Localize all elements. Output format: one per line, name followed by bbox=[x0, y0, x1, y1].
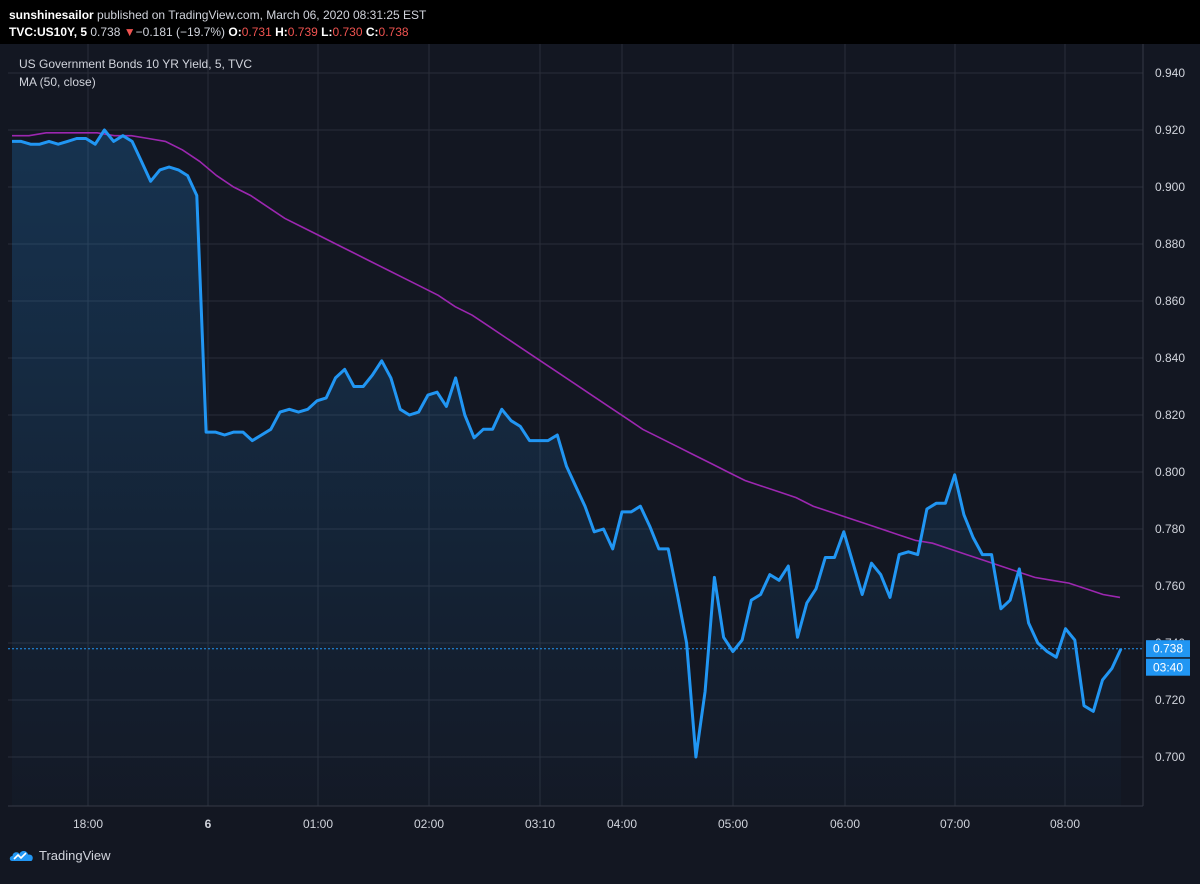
x-tick-label: 08:00 bbox=[1050, 817, 1080, 831]
x-tick-label: 06:00 bbox=[830, 817, 860, 831]
y-tick-label: 0.780 bbox=[1155, 522, 1185, 536]
y-tick-label: 0.800 bbox=[1155, 465, 1185, 479]
x-tick-label: 02:00 bbox=[414, 817, 444, 831]
series-legend[interactable]: US Government Bonds 10 YR Yield, 5, TVC bbox=[19, 57, 252, 71]
tradingview-logo[interactable]: TradingView bbox=[9, 846, 111, 864]
y-tick-label: 0.820 bbox=[1155, 408, 1185, 422]
y-tick-label: 0.920 bbox=[1155, 123, 1185, 137]
x-tick-label: 6 bbox=[205, 817, 212, 831]
countdown-label: 03:40 bbox=[1153, 661, 1183, 675]
y-tick-label: 0.900 bbox=[1155, 180, 1185, 194]
last-price-badge-label: 0.738 bbox=[1153, 642, 1183, 656]
tradingview-cloud-icon bbox=[9, 851, 33, 861]
y-tick-label: 0.840 bbox=[1155, 351, 1185, 365]
countdown-badge: 03:40 bbox=[1146, 658, 1190, 676]
ma-legend[interactable]: MA (50, close) bbox=[19, 75, 96, 89]
x-tick-label: 01:00 bbox=[303, 817, 333, 831]
x-tick-label: 05:00 bbox=[718, 817, 748, 831]
y-tick-label: 0.700 bbox=[1155, 750, 1185, 764]
x-tick-label: 03:10 bbox=[525, 817, 555, 831]
tradingview-logo-text: TradingView bbox=[39, 847, 111, 863]
x-tick-label: 04:00 bbox=[607, 817, 637, 831]
y-tick-label: 0.760 bbox=[1155, 579, 1185, 593]
y-tick-label: 0.880 bbox=[1155, 237, 1185, 251]
y-tick-label: 0.860 bbox=[1155, 294, 1185, 308]
x-tick-label: 07:00 bbox=[940, 817, 970, 831]
last-price-badge: 0.738 bbox=[1146, 640, 1190, 658]
y-tick-label: 0.720 bbox=[1155, 693, 1185, 707]
y-tick-label: 0.940 bbox=[1155, 66, 1185, 80]
x-tick-label: 18:00 bbox=[73, 817, 103, 831]
price-chart[interactable]: 0.7000.7200.7400.7600.7800.8000.8200.840… bbox=[0, 0, 1200, 884]
